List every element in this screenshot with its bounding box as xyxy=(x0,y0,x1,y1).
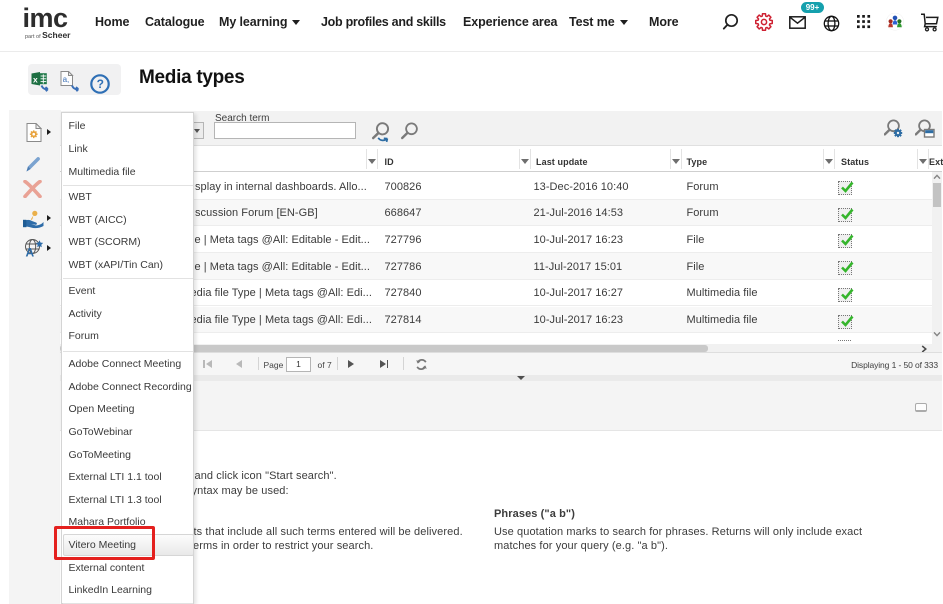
svg-text:A: A xyxy=(26,245,35,258)
svg-text:x: x xyxy=(33,74,38,84)
svg-text:?: ? xyxy=(97,77,104,91)
svg-text:a,: a, xyxy=(63,75,70,84)
